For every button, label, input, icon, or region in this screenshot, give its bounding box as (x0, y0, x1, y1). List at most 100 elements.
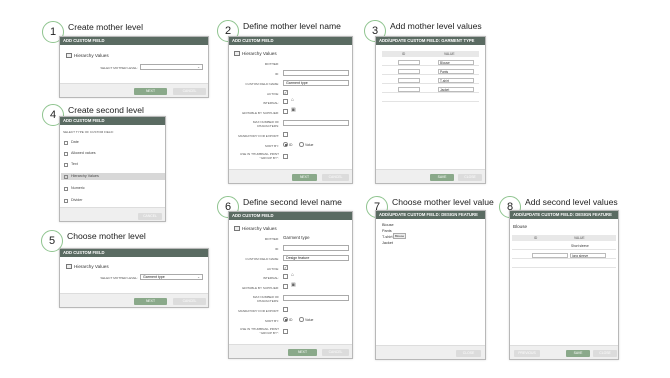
internal-checkbox[interactable] (283, 99, 288, 104)
save-button[interactable]: SAVE (566, 350, 590, 357)
internal-label: INTERNAL: (262, 101, 279, 105)
create-second-level-dialog: ADD CUSTOM FIELD SELECT TYPE OF CUSTOM F… (59, 116, 166, 222)
thumbnail-group-by-checkbox[interactable] (283, 329, 288, 334)
value-cell[interactable]: Blouse (438, 60, 474, 65)
id-cell[interactable] (398, 78, 420, 83)
cancel-button[interactable]: CANCEL (173, 88, 206, 95)
cancel-button[interactable]: CANCEL (138, 213, 162, 220)
thumbnail-group-by-checkbox[interactable] (283, 154, 288, 159)
sort-by-id-radio[interactable] (283, 317, 288, 322)
numeric-icon (64, 186, 68, 191)
step-1-title: Create mother level (68, 22, 143, 32)
dialog-header: ADD CUSTOM FIELD (60, 249, 208, 257)
field-type-label: Hierarchy Values (242, 226, 277, 231)
close-button[interactable]: CLOSE (593, 350, 617, 357)
calendar-icon (64, 140, 68, 145)
max-characters-input[interactable] (283, 295, 349, 301)
list-item[interactable]: T-shirt (382, 235, 393, 239)
id-cell[interactable] (398, 69, 420, 74)
step-5-title: Choose mother level (67, 231, 146, 241)
table-row (512, 261, 616, 268)
custom-field-name-input[interactable]: Garment type (283, 80, 349, 86)
mandatory-for-export-checkbox[interactable] (283, 132, 288, 137)
id-cell[interactable] (398, 87, 420, 92)
select-mother-level-label: SELECT MOTHER LEVEL: (100, 276, 138, 280)
second-level-values-dialog: ADD/UPDATE CUSTOM FIELD: DESIGN FEATURE … (509, 210, 619, 360)
mother-level-select[interactable]: Garment type ⌄ (140, 274, 203, 280)
max-characters-input[interactable] (283, 120, 349, 126)
mother-level-select[interactable]: ⌄ (140, 64, 203, 70)
step-2-title: Define mother level name (243, 21, 341, 31)
active-label: ACTIVE: (266, 267, 279, 271)
field-type-divider[interactable]: Divider (61, 197, 165, 204)
field-type-numeric[interactable]: Numeric (61, 185, 165, 192)
sort-by-value-radio[interactable] (299, 317, 304, 322)
sort-by-value-radio[interactable] (299, 142, 304, 147)
table-row: Jacket (382, 86, 479, 93)
sort-by-value-label: Value (305, 317, 314, 322)
close-button[interactable]: CLOSE (458, 174, 482, 181)
dialog-header: ADD CUSTOM FIELD (229, 212, 352, 220)
editable-by-supplier-label: EDITABLE BY SUPPLIER: (242, 286, 279, 290)
field-type-label: Hierarchy Values (74, 53, 109, 58)
field-type-hierarchy-values[interactable]: Hierarchy Values (61, 173, 165, 180)
value-column-header: VALUE (574, 236, 585, 240)
list-icon (64, 151, 68, 156)
list-item[interactable]: Jacket (382, 241, 393, 245)
list-item[interactable]: Pants (382, 229, 392, 233)
active-checkbox[interactable]: ✓ (283, 90, 288, 95)
dialog-header: ADD CUSTOM FIELD (60, 117, 165, 125)
parent-value-label: Blouse (513, 224, 528, 229)
save-button[interactable]: SAVE (430, 174, 454, 181)
next-button[interactable]: NEXT (134, 298, 167, 305)
value-cell[interactable]: long sleeve (570, 253, 606, 258)
max-characters-label: MAX NUMBER OF CHARACTERS: (252, 120, 279, 128)
mother-level-values-dialog: ADD/UPDATE CUSTOM FIELD: GARMENT TYPE ID… (375, 36, 486, 184)
editable-by-supplier-checkbox[interactable] (283, 109, 288, 114)
field-type-label: Hierarchy Values (242, 51, 277, 56)
id-cell[interactable] (532, 253, 568, 258)
select-mother-level-label: SELECT MOTHER LEVEL: (100, 66, 138, 70)
id-column-header: ID (534, 236, 538, 240)
hierarchy-icon (64, 174, 68, 179)
id-cell[interactable] (398, 60, 420, 65)
custom-field-name-input[interactable]: Design feature (283, 255, 349, 261)
id-field[interactable] (283, 70, 349, 76)
cancel-button[interactable]: CANCEL (322, 174, 349, 181)
previous-button[interactable]: PREVIOUS (514, 350, 540, 357)
id-field[interactable] (283, 245, 349, 251)
id-column-header: ID (402, 52, 406, 56)
value-cell[interactable]: Short sleeve (570, 244, 606, 249)
list-item[interactable]: Blouse (382, 223, 394, 227)
cancel-button[interactable]: CANCEL (322, 349, 349, 356)
field-type-label: Text (71, 162, 78, 166)
define-second-level-dialog: ADD CUSTOM FIELD Hierarchy Values MOTHER… (228, 211, 353, 359)
sort-by-id-radio[interactable] (283, 142, 288, 147)
chevron-down-icon: ⌄ (197, 275, 200, 279)
dialog-header: ADD/UPDATE CUSTOM FIELD: DESIGN FEATURE (510, 211, 618, 219)
value-cell[interactable]: Jacket (438, 87, 474, 92)
field-type-allowed-values[interactable]: Allowed values (61, 150, 165, 157)
active-checkbox[interactable]: ✓ (283, 265, 288, 270)
editable-by-supplier-checkbox[interactable] (283, 284, 288, 289)
table-row: long sleeve (512, 252, 616, 259)
internal-checkbox[interactable] (283, 274, 288, 279)
step-7-title: Choose mother level value (392, 197, 494, 207)
mandatory-for-export-checkbox[interactable] (283, 307, 288, 312)
table-row (382, 95, 479, 102)
step-4-title: Create second level (68, 105, 144, 115)
dialog-header: ADD CUSTOM FIELD (60, 37, 208, 45)
next-button[interactable]: NEXT (288, 349, 317, 356)
cancel-button[interactable]: CANCEL (173, 298, 206, 305)
value-cell[interactable]: Pants (438, 69, 474, 74)
close-button[interactable]: CLOSE (456, 350, 481, 357)
dialog-header: ADD/UPDATE CUSTOM FIELD: GARMENT TYPE (376, 37, 485, 45)
hierarchy-icon (234, 226, 240, 231)
chevron-down-icon: ⌄ (197, 65, 200, 69)
sort-by-label: SORT BY: (264, 319, 279, 323)
field-type-text[interactable]: Text (61, 161, 165, 168)
value-cell[interactable]: T-shirt (438, 78, 474, 83)
next-button[interactable]: NEXT (292, 174, 317, 181)
field-type-date[interactable]: Date (61, 139, 165, 146)
next-button[interactable]: NEXT (134, 88, 167, 95)
